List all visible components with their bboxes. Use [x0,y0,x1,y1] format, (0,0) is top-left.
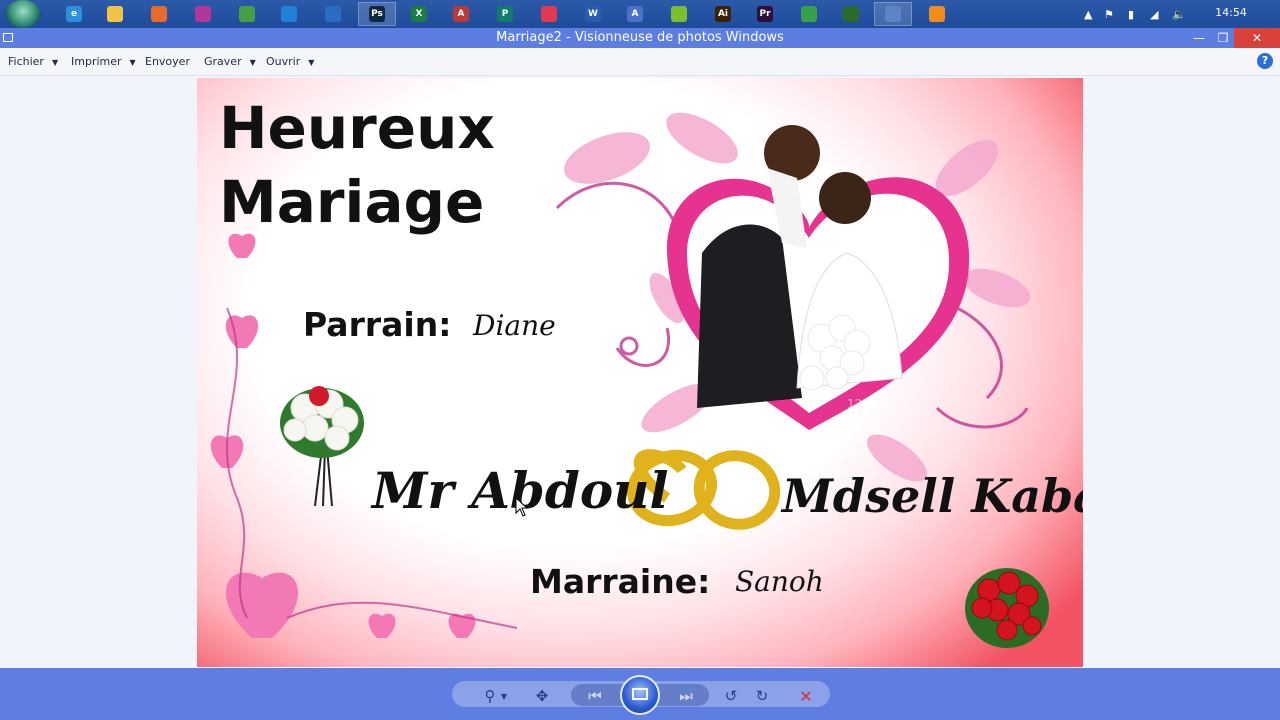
chevron-down-icon[interactable]: ▼ [498,686,510,706]
taskbar-app-green2-button[interactable] [790,2,828,26]
taskbar-app-lime-button[interactable] [660,2,698,26]
menu-ouvrir[interactable]: Ouvrir ▼ [266,55,314,68]
godfather-label: Parrain: [303,305,452,344]
rotate-right-icon[interactable]: ↻ [750,686,774,706]
vlc-icon [929,6,945,22]
chevron-down-icon: ▼ [51,58,59,67]
white-roses-bouquet [280,386,364,507]
taskbar-app-globe-button[interactable] [832,2,870,26]
minimize-button[interactable]: — [1188,28,1210,48]
taskbar-photo-viewer-button[interactable] [874,2,912,26]
taskbar-illustrator-button[interactable]: Ai [704,2,742,26]
menu-label: Ouvrir [266,55,301,68]
previous-icon[interactable]: ⏮ [583,686,607,706]
menu-imprimer[interactable]: Imprimer ▼ [71,55,136,68]
bride-name: Mdsell Kaba [782,469,1083,523]
clock[interactable]: 14:54 [1206,6,1256,19]
taskbar-premiere-button[interactable]: Pr [746,2,784,26]
photoshop-icon: Ps [369,6,385,22]
taskbar-internet-explorer-button[interactable]: e [55,2,93,26]
title-bar: Marriage2 - Visionneuse de photos Window… [0,28,1280,48]
taskbar-app-a-button[interactable]: A [616,2,654,26]
word-icon: W [585,6,601,22]
taskbar-publisher-button[interactable]: P [486,2,524,26]
delete-icon[interactable]: ✕ [794,686,818,706]
menu-envoyer[interactable]: Envoyer [145,55,190,68]
taskbar-app-red-button[interactable] [530,2,568,26]
battery-icon[interactable]: ▮ [1128,0,1134,28]
taskbar-app-purple-button[interactable] [184,2,222,26]
app-a-icon: A [627,6,643,22]
close-button[interactable]: ✕ [1234,28,1280,48]
taskbar-excel-button[interactable]: X [400,2,438,26]
watermark-text: 123RF [847,397,885,411]
menu-graver[interactable]: Graver ▼ [204,55,256,68]
access-icon: A [453,6,469,22]
tray-overflow-icon[interactable]: ▲ [1084,0,1092,28]
taskbar: e Ps X A P W A Ai Pr ▲ ⚑ ▮ ◢ 🔈 14:54 [0,0,1280,28]
volume-icon[interactable]: 🔈 [1172,0,1186,28]
taskbar-word-button[interactable]: W [574,2,612,26]
mouse-cursor-icon [515,497,529,517]
premiere-icon: Pr [757,6,773,22]
godfather-name: Diane [473,309,556,342]
app-lime-icon [671,6,687,22]
firefox-icon [151,6,167,22]
internet-explorer-icon: e [66,6,82,22]
menu-bar: Fichier ▼ Imprimer ▼ Envoyer Graver ▼ Ouvri… [0,48,1280,76]
wedding-photo: 123RF Heureux Mariage Parrain: Diane Mr … [197,78,1083,667]
taskbar-firefox-button[interactable] [140,2,178,26]
chevron-down-icon: ▼ [129,58,136,67]
restore-button[interactable]: ❐ [1212,28,1234,48]
menu-fichier[interactable]: Fichier ▼ [8,55,58,68]
taskbar-vlc-button[interactable] [918,2,956,26]
app-green-icon [239,6,255,22]
app-globe-icon [843,6,859,22]
window-title: Marriage2 - Visionneuse de photos Window… [496,30,784,45]
menu-label: Imprimer [71,55,122,68]
taskbar-app-monitor-button[interactable] [314,2,352,26]
start-button[interactable] [5,0,41,28]
next-icon[interactable]: ⏭ [674,686,698,706]
vscode-icon [281,6,297,22]
headline-heureux: Heureux [219,94,495,162]
menu-label: Envoyer [145,55,190,68]
menu-label: Graver [204,55,242,68]
slideshow-icon [632,688,648,700]
taskbar-access-button[interactable]: A [442,2,480,26]
excel-icon: X [411,6,427,22]
app-red-icon [541,6,557,22]
red-roses-bouquet [965,568,1049,648]
taskbar-photoshop-button[interactable]: Ps [358,2,396,26]
taskbar-vscode-button[interactable] [270,2,308,26]
menu-label: Fichier [8,55,44,68]
help-icon[interactable]: ? [1257,53,1273,69]
app-monitor-icon [325,6,341,22]
taskbar-file-explorer-button[interactable] [96,2,134,26]
chevron-down-icon: ▼ [249,58,256,67]
bottom-toolbar [0,668,1280,720]
action-center-icon[interactable]: ⚑ [1104,0,1114,28]
publisher-icon: P [497,6,513,22]
taskbar-app-green-button[interactable] [228,2,266,26]
wifi-icon[interactable]: ◢ [1150,0,1158,28]
illustrator-icon: Ai [715,6,731,22]
app-green2-icon [801,6,817,22]
photo-viewer-icon [885,6,901,22]
actual-size-icon[interactable]: ✥ [530,686,554,706]
heart-frame-decoration [667,125,970,430]
godmother-label: Marraine: [530,562,711,601]
headline-mariage: Mariage [219,168,485,236]
app-purple-icon [195,6,211,22]
rotate-left-icon[interactable]: ↺ [719,686,743,706]
godmother-name: Sanoh [735,565,824,598]
file-explorer-icon [107,6,123,22]
chevron-down-icon: ▼ [308,58,315,67]
